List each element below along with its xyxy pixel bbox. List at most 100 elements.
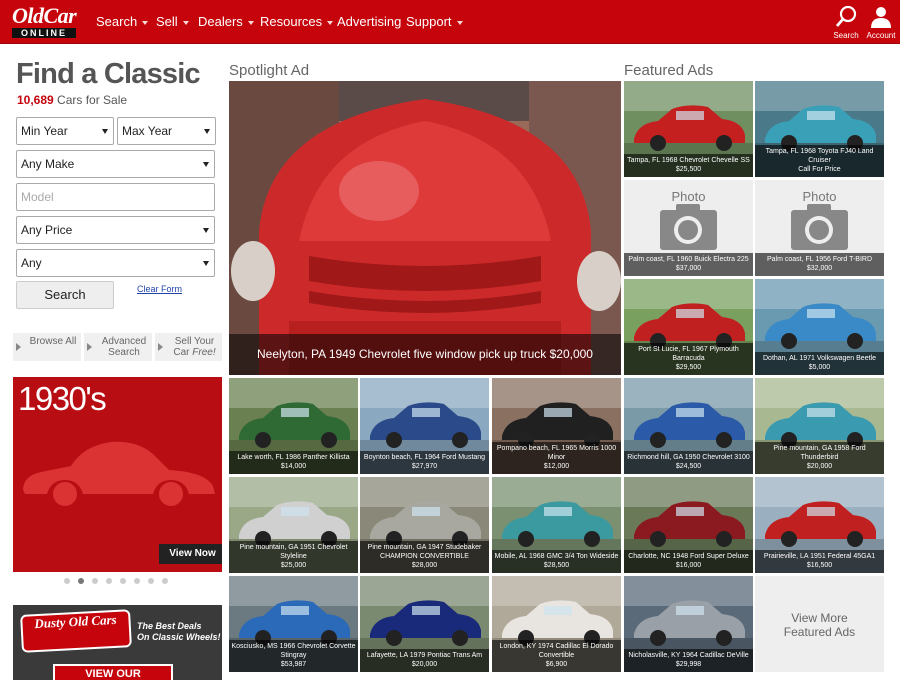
featured-ad-caption: Kosciusko, MS 1966 Chevrolet Corvette St… (229, 640, 358, 672)
featured-ad-title: Boynton beach, FL 1964 Ford Mustang (363, 454, 486, 461)
featured-ad-tile[interactable]: Lake worth, FL 1986 Panther Killista $14,… (229, 378, 358, 474)
featured-ad-title: Port St Lucie, FL 1967 Plymouth Barracud… (638, 346, 739, 362)
sell-your-car-word: Car (173, 347, 190, 358)
featured-ad-price: $24,500 (675, 463, 702, 470)
find-title: Find a Classic (16, 58, 201, 90)
dropdown-arrow-icon (102, 129, 108, 134)
site-logo[interactable]: OldCar ONLINE (12, 5, 80, 39)
carousel-dot[interactable] (148, 578, 154, 584)
featured-ad-tile[interactable]: Mobile, AL 1968 GMC 3/4 Ton Wideside $28,… (492, 477, 621, 573)
featured-ad-title: Pine mountain, GA 1947 Studebaker CHAMPI… (367, 544, 482, 560)
featured-ad-caption: Mobile, AL 1968 GMC 3/4 Ton Wideside $28,… (492, 550, 621, 573)
vintage-car-silhouette-icon (23, 441, 215, 506)
featured-ad-caption: Prairieville, LA 1951 Federal 45GA1 $16,5… (755, 550, 884, 573)
featured-ad-tile[interactable]: Photo Palm coast, FL 1956 Ford T-BIRD $32,… (755, 180, 884, 276)
nav-support[interactable]: Support (406, 14, 463, 29)
sell-free-text: Free! (192, 347, 216, 358)
featured-ad-tile[interactable]: Lafayette, LA 1979 Pontiac Trans Am $20,0… (360, 576, 489, 672)
featured-ad-price: $27,970 (411, 463, 438, 470)
carousel-dot[interactable] (92, 578, 98, 584)
carousel-dot[interactable] (106, 578, 112, 584)
featured-ad-price: $29,500 (675, 364, 702, 371)
carousel-dot[interactable] (64, 578, 70, 584)
featured-ad-title: Mobile, AL 1968 GMC 3/4 Ton Wideside (494, 553, 619, 560)
featured-ad-price: $37,000 (675, 265, 702, 272)
featured-ad-tile[interactable]: Prairieville, LA 1951 Federal 45GA1 $16,5… (755, 477, 884, 573)
featured-ad-tile[interactable]: Dothan, AL 1971 Volkswagen Beetle $5,000 (755, 279, 884, 375)
featured-ad-tile[interactable]: Photo Palm coast, FL 1960 Buick Electra 2… (624, 180, 753, 276)
advanced-search-button[interactable]: Advanced Search (84, 333, 152, 361)
featured-ad-caption: Dothan, AL 1971 Volkswagen Beetle $5,000 (755, 352, 884, 375)
nav-search[interactable]: Search (96, 14, 149, 29)
featured-ad-title: Lafayette, LA 1979 Pontiac Trans Am (366, 652, 483, 659)
chevron-down-icon (182, 20, 189, 25)
model-input[interactable]: Model (16, 183, 215, 211)
any-select[interactable]: Any (16, 249, 215, 277)
max-year-select[interactable]: Max Year (117, 117, 216, 145)
spotlight-truck-photo (229, 81, 621, 375)
make-select[interactable]: Any Make (16, 150, 215, 178)
featured-ad-tile[interactable]: Boynton beach, FL 1964 Ford Mustang $27,9… (360, 378, 489, 474)
featured-ad-title: Lake worth, FL 1986 Panther Killista (237, 454, 350, 461)
price-value: Any Price (21, 223, 73, 237)
view-our-button[interactable]: VIEW OUR (53, 664, 173, 680)
nav-dealers[interactable]: Dealers (198, 14, 254, 29)
featured-ad-title: Prairieville, LA 1951 Federal 45GA1 (763, 553, 876, 560)
featured-ad-caption: Lafayette, LA 1979 Pontiac Trans Am $20,0… (360, 649, 489, 672)
featured-ad-tile[interactable]: Richmond hill, GA 1950 Chevrolet 3100 $24… (624, 378, 753, 474)
featured-ad-title: Nicholasville, KY 1964 Cadillac DeVille (628, 652, 749, 659)
nav-advertising[interactable]: Advertising (337, 14, 401, 29)
featured-ad-tile[interactable]: Tampa, FL 1968 Chevrolet Chevelle SS $25,… (624, 81, 753, 177)
featured-ad-tile[interactable]: Kosciusko, MS 1966 Chevrolet Corvette St… (229, 576, 358, 672)
view-now-button[interactable]: View Now (159, 544, 222, 564)
carousel-dot[interactable] (120, 578, 126, 584)
sell-your-car-button[interactable]: Sell Your Car Free! (155, 333, 222, 361)
featured-ad-tile[interactable]: Pine mountain, GA 1958 Ford Thunderbird $… (755, 378, 884, 474)
featured-ad-caption: Pine mountain, GA 1958 Ford Thunderbird $… (755, 442, 884, 474)
browse-all-button[interactable]: Browse All (13, 333, 81, 361)
featured-ad-tile[interactable]: Pompano beach, FL 1965 Morris 1000 Minor… (492, 378, 621, 474)
featured-ad-price: $16,500 (806, 562, 833, 569)
nav-resources-label: Resources (260, 14, 323, 29)
photo-placeholder-label: Photo (802, 189, 837, 204)
price-select[interactable]: Any Price (16, 216, 215, 244)
featured-ad-title: Dothan, AL 1971 Volkswagen Beetle (763, 355, 876, 362)
featured-ad-tile[interactable]: Tampa, FL 1968 Toyota FJ40 Land Cruiser C… (755, 81, 884, 177)
header-account-button[interactable]: Account (861, 5, 900, 40)
featured-ad-title: Palm coast, FL 1956 Ford T-BIRD (766, 256, 873, 263)
search-button[interactable]: Search (16, 281, 114, 309)
featured-ad-title: Pompano beach, FL 1965 Morris 1000 Minor (496, 445, 617, 461)
featured-ad-title: Palm coast, FL 1960 Buick Electra 225 (628, 256, 749, 263)
featured-ad-tile[interactable]: Port St Lucie, FL 1967 Plymouth Barracud… (624, 279, 753, 375)
logo-subtext: ONLINE (12, 28, 76, 38)
featured-ad-tile[interactable]: Pine mountain, GA 1947 Studebaker CHAMPI… (360, 477, 489, 573)
featured-ad-caption: Port St Lucie, FL 1967 Plymouth Barracud… (624, 343, 753, 375)
featured-ad-caption: Lake worth, FL 1986 Panther Killista $14,… (229, 451, 358, 474)
spotlight-ad[interactable]: Neelyton, PA 1949 Chevrolet five window … (229, 81, 621, 375)
featured-ad-tile[interactable]: London, KY 1974 Cadillac El Dorado Conve… (492, 576, 621, 672)
featured-ad-caption: Palm coast, FL 1960 Buick Electra 225 $37… (624, 253, 753, 276)
nav-sell[interactable]: Sell (156, 14, 189, 29)
clear-form-link[interactable]: Clear Form (137, 284, 182, 294)
car-count-number: 10,689 (17, 93, 54, 107)
carousel-dot[interactable] (134, 578, 140, 584)
promo-title: 1930's (18, 380, 107, 417)
featured-ad-tile[interactable]: Charlotte, NC 1948 Ford Super Deluxe $16,… (624, 477, 753, 573)
arrow-right-icon (158, 343, 163, 351)
carousel-dot[interactable] (162, 578, 168, 584)
featured-ad-price: $16,000 (675, 562, 702, 569)
featured-ad-caption: Tampa, FL 1968 Toyota FJ40 Land Cruiser C… (755, 145, 884, 177)
dusty-old-cars-ad[interactable]: Dusty Old Cars The Best Deals On Classic … (13, 605, 222, 680)
dropdown-arrow-icon (203, 228, 209, 233)
dusty-tagline: The Best Deals On Classic Wheels! (137, 621, 221, 643)
nav-resources[interactable]: Resources (260, 14, 334, 29)
header-search-button[interactable]: Search (826, 5, 866, 40)
featured-ad-title: Pine mountain, GA 1951 Chevrolet Styleli… (239, 544, 348, 560)
min-year-select[interactable]: Min Year (16, 117, 114, 145)
view-more-featured-ads-button[interactable]: View More Featured Ads (755, 576, 884, 672)
promo-banner-1930s[interactable]: 1930's View Now (13, 377, 222, 572)
nav-search-label: Search (96, 14, 138, 29)
featured-ad-tile[interactable]: Pine mountain, GA 1951 Chevrolet Styleli… (229, 477, 358, 573)
featured-ad-tile[interactable]: Nicholasville, KY 1964 Cadillac DeVille $… (624, 576, 753, 672)
carousel-dot-active[interactable] (78, 578, 84, 584)
